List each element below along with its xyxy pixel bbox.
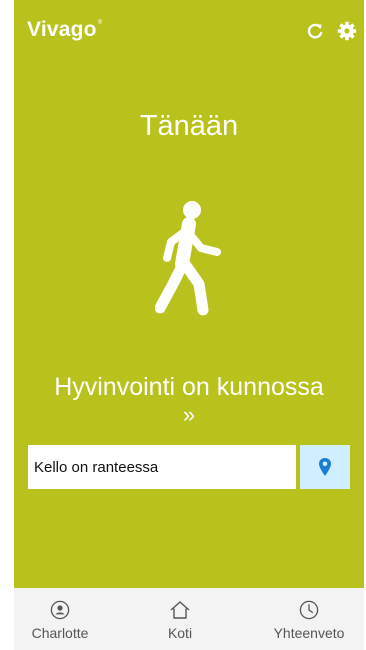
user-circle-icon: [50, 600, 70, 620]
gear-icon[interactable]: [334, 18, 360, 44]
watch-status-text: Kello on ranteessa: [34, 458, 159, 476]
bottom-nav: Charlotte Koti Yhteenveto: [14, 588, 364, 650]
nav-label-yhteenveto: Yhteenveto: [273, 625, 345, 641]
home-icon: [170, 601, 190, 619]
wellbeing-status-text: Hyvinvointi on kunnossa: [54, 373, 324, 401]
top-bar: Vivago®: [14, 0, 364, 66]
brand-mark: ®: [97, 20, 103, 26]
wellbeing-status-link[interactable]: Hyvinvointi on kunnossa »: [14, 372, 364, 426]
location-button[interactable]: [300, 445, 350, 489]
main-panel: Vivago® Tänään Hyvinvointi on kunnossa »…: [14, 0, 364, 588]
app-screen: Vivago® Tänään Hyvinvointi on kunnossa »…: [0, 0, 366, 650]
nav-label-charlotte: Charlotte: [31, 625, 89, 641]
nav-item-charlotte[interactable]: Charlotte: [14, 588, 106, 650]
clock-icon: [299, 600, 319, 620]
watch-status-row: Kello on ranteessa: [28, 445, 350, 489]
header-actions: [302, 18, 360, 44]
watch-status-field: Kello on ranteessa: [28, 445, 296, 489]
nav-item-koti[interactable]: Koti: [134, 588, 226, 650]
nav-item-yhteenveto[interactable]: Yhteenveto: [254, 588, 364, 650]
location-pin-icon: [319, 458, 331, 476]
walking-person-icon: [154, 200, 229, 318]
nav-label-koti: Koti: [167, 625, 193, 641]
brand-name: Vivago: [27, 18, 97, 41]
page-title: Tänään: [139, 110, 239, 142]
chevron-right-icon: »: [182, 402, 196, 427]
brand-logo: Vivago®: [27, 18, 102, 42]
refresh-icon[interactable]: [302, 18, 328, 44]
